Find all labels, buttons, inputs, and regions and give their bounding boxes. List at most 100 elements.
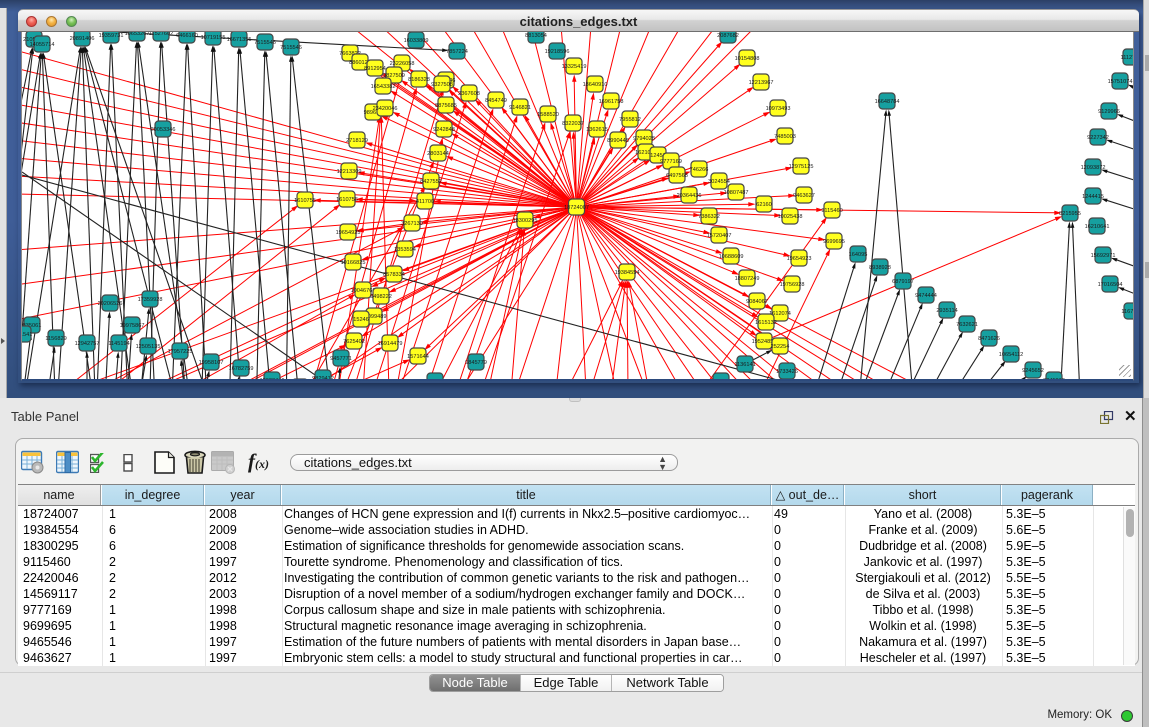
svg-text:9829412: 9829412 <box>312 376 334 381</box>
svg-text:19654923: 19654923 <box>787 256 812 262</box>
svg-text:10046766: 10046766 <box>351 288 376 294</box>
svg-text:8875685: 8875685 <box>435 103 457 109</box>
svg-text:1615132: 1615132 <box>755 320 777 326</box>
svg-text:15246: 15246 <box>353 317 369 323</box>
svg-text:7515546: 7515546 <box>254 40 276 46</box>
svg-text:8912954: 8912954 <box>364 66 386 72</box>
svg-text:17016504: 17016504 <box>1098 282 1123 288</box>
svg-text:6879197: 6879197 <box>892 279 914 285</box>
svg-text:2367608: 2367608 <box>458 91 480 97</box>
svg-text:7485003: 7485003 <box>774 134 796 140</box>
svg-text:10154808: 10154808 <box>735 56 760 62</box>
svg-text:9146821: 9146821 <box>509 105 531 111</box>
svg-text:1588520: 1588520 <box>537 112 559 118</box>
svg-text:18807249: 18807249 <box>735 276 760 282</box>
svg-text:1112745: 1112745 <box>1121 55 1134 61</box>
svg-text:7386322: 7386322 <box>698 214 720 220</box>
svg-text:8454749: 8454749 <box>485 98 507 104</box>
svg-text:1353594: 1353594 <box>394 247 416 253</box>
svg-text:13325419: 13325419 <box>562 64 587 70</box>
svg-text:18640910: 18640910 <box>583 82 608 88</box>
svg-text:8215955: 8215955 <box>1059 211 1081 217</box>
svg-text:2087682: 2087682 <box>717 33 739 39</box>
svg-text:15751074: 15751074 <box>1108 79 1133 85</box>
svg-text:9242848: 9242848 <box>433 127 455 133</box>
svg-text:10807487: 10807487 <box>724 190 749 196</box>
svg-text:9794028: 9794028 <box>633 136 655 142</box>
svg-text:2718129: 2718129 <box>346 138 368 144</box>
svg-text:18724007: 18724007 <box>564 205 589 211</box>
svg-text:62160: 62160 <box>756 202 772 208</box>
svg-text:12213967: 12213967 <box>749 80 774 86</box>
svg-text:10688609: 10688609 <box>719 254 744 260</box>
svg-text:12213309: 12213309 <box>337 169 362 175</box>
svg-text:19359731: 19359731 <box>99 33 124 39</box>
svg-text:19975867: 19975867 <box>120 323 145 329</box>
svg-text:8578334: 8578334 <box>383 272 405 278</box>
svg-text:23420046: 23420046 <box>373 106 398 112</box>
svg-text:17359928: 17359928 <box>138 297 163 303</box>
svg-text:19654925: 19654925 <box>336 230 361 236</box>
svg-text:23226058: 23226058 <box>390 61 415 67</box>
svg-text:252254: 252254 <box>771 344 790 350</box>
svg-text:19384554: 19384554 <box>615 270 640 276</box>
svg-text:6466160: 6466160 <box>176 33 198 39</box>
svg-text:16033809: 16033809 <box>404 38 429 44</box>
svg-text:2803144: 2803144 <box>427 151 449 157</box>
svg-text:16210641: 16210641 <box>1085 224 1110 230</box>
svg-text:18300295: 18300295 <box>513 218 538 224</box>
svg-text:12093872: 12093872 <box>1081 165 1106 171</box>
svg-text:9245012: 9245012 <box>1043 378 1065 381</box>
svg-text:7632621: 7632621 <box>956 322 978 328</box>
svg-text:15692971: 15692971 <box>1091 253 1116 259</box>
svg-text:8938928: 8938928 <box>869 265 891 271</box>
svg-text:8990448: 8990448 <box>607 138 629 144</box>
svg-text:20891406: 20891406 <box>70 36 95 42</box>
svg-text:14055714: 14055714 <box>30 42 55 48</box>
svg-text:1136141: 1136141 <box>734 362 755 368</box>
svg-text:12505135: 12505135 <box>136 344 161 350</box>
svg-text:16914479: 16914479 <box>378 341 403 347</box>
svg-text:1610755: 1610755 <box>294 198 316 204</box>
svg-text:411700: 411700 <box>416 199 434 205</box>
svg-text:7625402: 7625402 <box>343 339 365 345</box>
svg-text:10653267: 10653267 <box>125 32 150 37</box>
svg-text:1145194: 1145194 <box>108 341 129 347</box>
svg-text:10973493: 10973493 <box>766 106 791 112</box>
svg-text:7955812: 7955812 <box>619 117 641 123</box>
svg-text:8427552: 8427552 <box>420 179 442 185</box>
svg-text:9777169: 9777169 <box>660 159 682 165</box>
svg-text:16543382: 16543382 <box>371 84 396 90</box>
svg-text:9474444: 9474444 <box>915 293 937 299</box>
svg-text:9699695: 9699695 <box>823 239 845 245</box>
svg-text:12942757: 12942757 <box>75 341 100 347</box>
svg-text:15391941: 15391941 <box>709 379 734 381</box>
svg-text:9084067: 9084067 <box>746 299 768 305</box>
svg-text:9845779: 9845779 <box>465 360 487 366</box>
svg-text:9327508: 9327508 <box>431 82 453 88</box>
svg-text:1571644: 1571644 <box>407 354 429 360</box>
svg-text:8471626: 8471626 <box>978 336 1000 342</box>
svg-text:16671355: 16671355 <box>227 37 252 43</box>
svg-text:7857224: 7857224 <box>446 49 468 55</box>
svg-text:11527602: 11527602 <box>149 32 173 37</box>
svg-text:9498222: 9498222 <box>370 294 392 300</box>
svg-text:1610756: 1610756 <box>336 197 358 203</box>
svg-text:20053346: 20053346 <box>151 127 176 133</box>
svg-text:746266: 746266 <box>690 167 709 173</box>
svg-text:9245652: 9245652 <box>1022 368 1044 374</box>
svg-text:1292344: 1292344 <box>424 379 446 381</box>
svg-text:8813054: 8813054 <box>525 33 547 39</box>
svg-text:2935114: 2935114 <box>936 308 957 314</box>
svg-text:6497568: 6497568 <box>666 173 688 179</box>
svg-text:10654112: 10654112 <box>999 352 1023 358</box>
svg-text:7515546: 7515546 <box>280 45 302 51</box>
svg-text:19218596: 19218596 <box>545 49 570 55</box>
svg-text:8322037: 8322037 <box>562 121 584 127</box>
svg-text:1733426: 1733426 <box>776 369 798 375</box>
svg-text:9227342: 9227342 <box>1087 135 1109 141</box>
svg-text:10025438: 10025438 <box>778 214 803 220</box>
svg-text:10719155: 10719155 <box>201 35 226 41</box>
svg-text:3024554: 3024554 <box>708 179 730 185</box>
svg-text:8186328: 8186328 <box>408 77 430 83</box>
